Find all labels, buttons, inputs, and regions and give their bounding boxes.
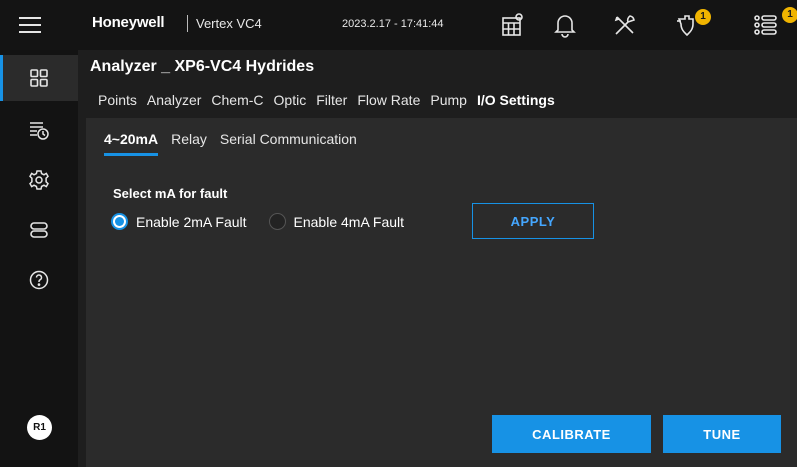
help-icon: [29, 270, 49, 290]
fault-radio-group: Enable 2mA Fault Enable 4mA Fault: [111, 213, 426, 230]
subtab-4-20ma[interactable]: 4~20mA: [104, 131, 159, 156]
fault-section-label: Select mA for fault: [113, 186, 228, 201]
brand-logo: Honeywell: [92, 14, 165, 31]
radio-4ma-fault[interactable]: Enable 4mA Fault: [268, 213, 405, 230]
radio-indicator: [111, 213, 128, 230]
radio-indicator: [268, 213, 286, 230]
tab-chem-c[interactable]: Chem-C: [211, 92, 263, 118]
radio-2ma-fault[interactable]: Enable 2mA Fault: [111, 213, 247, 230]
apply-button[interactable]: APPLY: [472, 203, 594, 239]
io-settings-panel: 4~20mA Relay Serial Communication Select…: [86, 118, 797, 467]
radio-label: Enable 4mA Fault: [293, 213, 405, 230]
radio-label: Enable 2mA Fault: [136, 213, 247, 230]
event-list-icon[interactable]: [752, 11, 780, 39]
tune-button[interactable]: TUNE: [663, 415, 781, 453]
sidebar-item-devices[interactable]: [0, 207, 78, 253]
tab-pump[interactable]: Pump: [430, 92, 467, 118]
subtab-serial-communication[interactable]: Serial Communication: [220, 131, 357, 147]
tools-icon[interactable]: [611, 11, 639, 39]
menu-icon[interactable]: [18, 14, 42, 36]
tab-optic[interactable]: Optic: [274, 92, 307, 118]
tab-points[interactable]: Points: [98, 92, 137, 118]
sub-tabs: 4~20mA Relay Serial Communication: [104, 131, 357, 156]
sidebar-item-help[interactable]: [0, 257, 78, 303]
datetime-display: 2023.2.17 - 17:41:44: [342, 18, 444, 30]
events-badge: 1: [782, 7, 797, 23]
calibrate-button[interactable]: CALIBRATE: [492, 415, 651, 453]
subtab-relay[interactable]: Relay: [171, 131, 207, 147]
tab-io-settings[interactable]: I/O Settings: [476, 92, 555, 124]
tab-flow-rate[interactable]: Flow Rate: [357, 92, 420, 118]
page-title: Analyzer _ XP6-VC4 Hydrides: [90, 58, 315, 75]
event-history-icon: [30, 122, 49, 140]
sidebar-item-event-history[interactable]: [0, 107, 78, 153]
settings-icon: [29, 170, 49, 190]
main-tabs: Points Analyzer Chem-C Optic Filter Flow…: [98, 92, 555, 124]
calendar-settings-icon[interactable]: [499, 11, 527, 39]
bell-icon[interactable]: [551, 11, 579, 39]
header-divider: [187, 15, 188, 32]
sidebar-item-settings[interactable]: [0, 157, 78, 203]
dashboard-icon: [30, 69, 48, 87]
devices-icon: [30, 222, 48, 238]
sidebar: R1: [0, 50, 78, 467]
user-avatar[interactable]: R1: [27, 415, 52, 440]
tab-filter[interactable]: Filter: [316, 92, 347, 118]
tab-analyzer[interactable]: Analyzer: [147, 92, 201, 118]
top-header: Honeywell Vertex VC4 2023.2.17 - 17:41:4…: [0, 0, 797, 50]
sidebar-item-dashboard[interactable]: [0, 55, 78, 101]
product-name: Vertex VC4: [196, 16, 262, 31]
maintenance-badge: 1: [695, 9, 711, 25]
